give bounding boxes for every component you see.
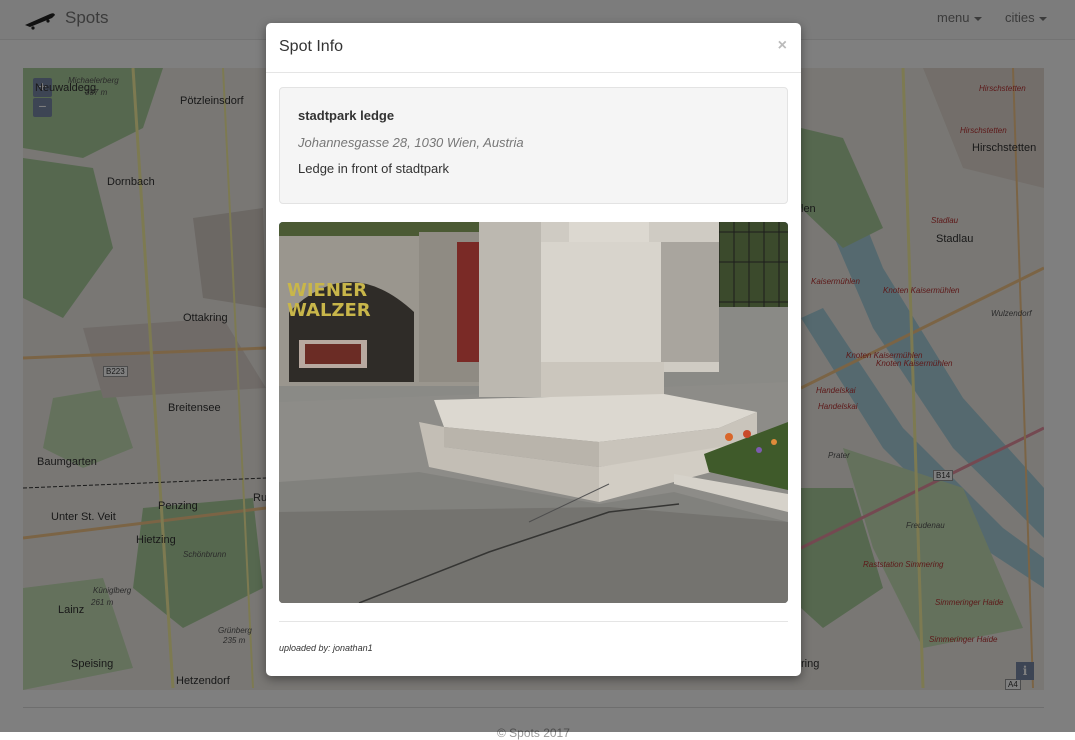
spot-description: Ledge in front of stadtpark (298, 161, 450, 176)
spot-name: stadtpark ledge (298, 108, 395, 123)
spot-photo-image: WIENER WALZER (279, 222, 788, 603)
photo-sign-line-2: WALZER (287, 300, 371, 321)
photo-sign-text: WIENER WALZER (287, 280, 373, 321)
modal-divider (279, 621, 788, 622)
modal-header: Spot Info × (266, 23, 801, 73)
spot-info-modal: Spot Info × stadtpark ledge Johannesgass… (266, 23, 801, 676)
spot-address: Johannesgasse 28, 1030 Wien, Austria (298, 135, 524, 150)
spot-photo[interactable]: WIENER WALZER (279, 222, 788, 603)
uploaded-by-text: uploaded by: jonathan1 (279, 643, 373, 653)
photo-sign-line-1: WIENER (287, 280, 367, 301)
spot-details-card: stadtpark ledge Johannesgasse 28, 1030 W… (279, 87, 788, 204)
close-icon[interactable]: × (778, 37, 787, 55)
modal-title: Spot Info (279, 38, 344, 55)
